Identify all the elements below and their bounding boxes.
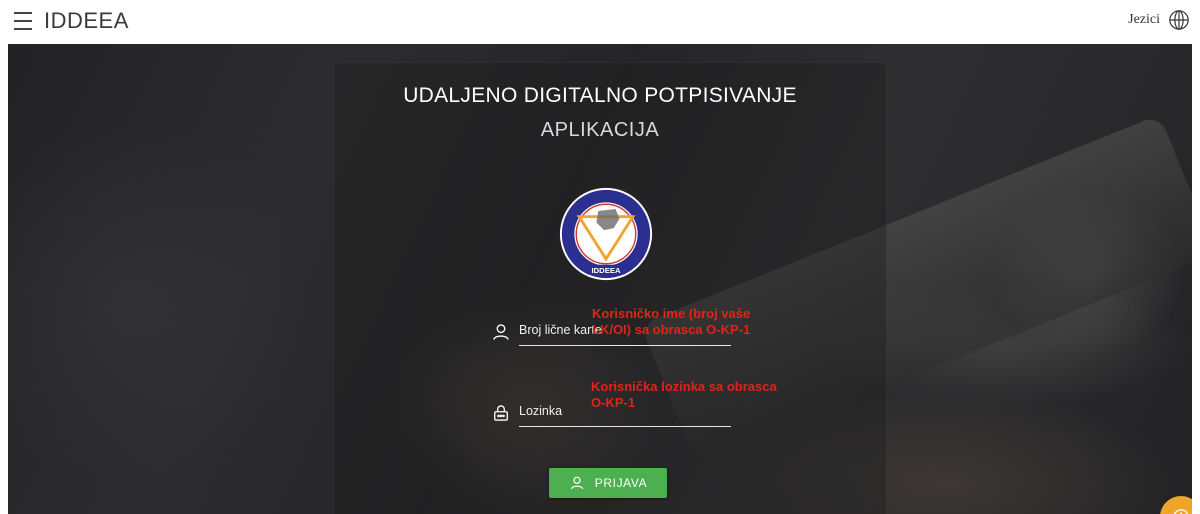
globe-icon xyxy=(1169,10,1189,30)
username-annotation: Korisničko ime (broj vaše LK/OI) sa obra… xyxy=(592,306,751,337)
password-placeholder: Lozinka xyxy=(519,404,563,418)
iddeea-logo: IDDEEA xyxy=(559,187,653,281)
language-label: Jezici xyxy=(1128,12,1160,27)
hamburger-menu-button[interactable] xyxy=(14,12,32,30)
password-annotation: Korisnička lozinka sa obrasca O-KP-1 xyxy=(591,379,777,410)
user-icon xyxy=(493,324,509,340)
language-selector[interactable]: Jezici xyxy=(1128,9,1190,31)
login-button[interactable]: PRIJAVA xyxy=(549,468,667,498)
info-icon xyxy=(1173,509,1189,514)
page-subtitle: APLIKACIJA xyxy=(540,119,660,141)
page-title: UDALJENO DIGITALNO POTPISIVANJE xyxy=(403,84,797,107)
login-button-label: PRIJAVA xyxy=(594,476,648,490)
brand-title[interactable]: IDDEEA xyxy=(44,8,129,34)
lock-icon xyxy=(494,405,508,421)
hamburger-icon-line xyxy=(14,12,32,14)
user-icon xyxy=(570,476,584,490)
username-placeholder: Broj lične karte xyxy=(519,323,602,337)
hamburger-icon-line xyxy=(14,20,32,22)
logo-text: IDDEEA xyxy=(592,266,621,275)
hamburger-icon-line xyxy=(14,28,32,30)
top-bar: IDDEEA Jezici xyxy=(0,0,1200,44)
hero-background: UDALJENO DIGITALNO POTPISIVANJE APLIKACI… xyxy=(8,44,1192,514)
